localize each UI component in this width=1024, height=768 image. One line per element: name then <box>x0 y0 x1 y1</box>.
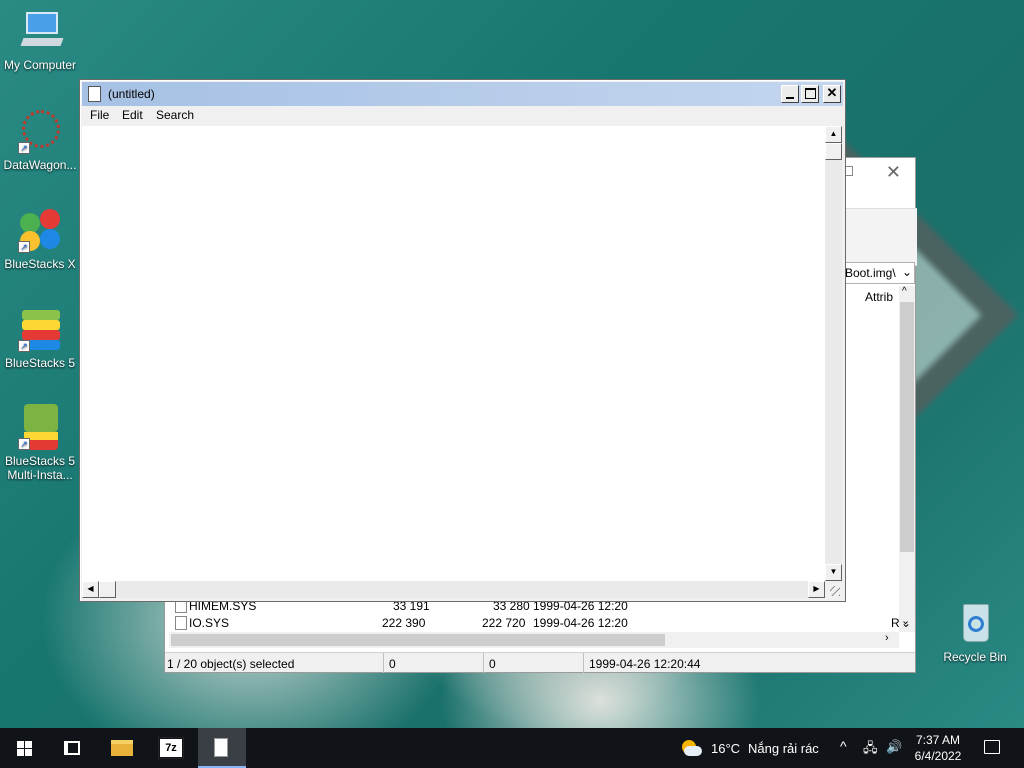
start-button[interactable] <box>0 728 48 768</box>
desktop: My Computer ↗ DataWagon... ↗ BlueStacks … <box>0 0 1024 728</box>
minimize-button[interactable] <box>781 85 799 103</box>
close-icon: ✕ <box>826 85 838 100</box>
recycle-bin-icon <box>951 600 999 648</box>
menu-search[interactable]: Search <box>154 108 196 122</box>
scroll-thumb[interactable] <box>900 302 914 552</box>
scroll-right-icon[interactable]: ▶ <box>808 581 825 598</box>
bluestacks-x-icon: ↗ <box>16 207 64 255</box>
scroll-up-icon[interactable]: ^ <box>902 286 907 297</box>
status-bar: 1 / 20 object(s) selected 0 0 1999-04-26… <box>165 652 915 673</box>
horizontal-scrollbar[interactable]: ◀ ▶ <box>82 581 825 598</box>
weather-temp[interactable]: 16°C <box>711 741 740 756</box>
minimize-icon <box>786 97 794 99</box>
speaker-icon[interactable]: 🔊 <box>886 739 902 755</box>
horizontal-scrollbar[interactable]: › <box>169 632 899 648</box>
scroll-up-icon[interactable]: ▲ <box>825 126 842 143</box>
toolbar <box>845 208 917 266</box>
desktop-icon-datawagon[interactable]: ↗ DataWagon... <box>0 108 80 172</box>
table-row[interactable]: IO.SYS 222 390 222 720 1999-04-26 12:20 … <box>171 615 911 633</box>
taskbar: 7z 16°C Nắng rải rác ^ 🖧 🔊 7:37 AM 6/4/2… <box>0 728 1024 768</box>
clock[interactable]: 7:37 AM 6/4/2022 <box>908 732 968 764</box>
chevron-up-icon[interactable]: ^ <box>840 738 847 754</box>
bluestacks-5-icon: ↗ <box>16 306 64 354</box>
status-packed: 0 <box>489 657 496 671</box>
weather-icon[interactable] <box>680 738 702 758</box>
sevenzip-icon: 7z <box>158 737 184 759</box>
vertical-scrollbar[interactable]: ^ ⌄ <box>899 286 915 632</box>
address-bar[interactable]: Boot.img\ ⌄ <box>841 262 915 284</box>
close-icon[interactable]: ✕ <box>886 162 901 183</box>
computer-icon <box>16 8 64 56</box>
maximize-icon <box>805 88 816 99</box>
desktop-icon-bluestacks-multi[interactable]: ↗ BlueStacks 5 Multi-Insta... <box>0 404 80 482</box>
vertical-scrollbar[interactable]: ▲ ▼ <box>825 126 842 581</box>
shortcut-arrow-icon: ↗ <box>18 438 30 450</box>
notepad-icon[interactable] <box>88 86 101 102</box>
windows-logo-icon <box>17 741 32 756</box>
scroll-right-icon[interactable]: › <box>885 632 889 644</box>
notification-icon[interactable] <box>984 740 1000 754</box>
folder-icon <box>111 740 133 756</box>
text-editor-window[interactable]: (untitled) ✕ File Edit Search ▲ ▼ ◀ ▶ <box>79 79 846 602</box>
menu-file[interactable]: File <box>88 108 111 122</box>
window-title: (untitled) <box>108 87 155 101</box>
bluestacks-multi-icon: ↗ <box>16 404 64 452</box>
task-view-icon <box>64 741 80 755</box>
shortcut-arrow-icon: ↗ <box>18 340 30 352</box>
status-modified: 1999-04-26 12:20:44 <box>589 657 701 671</box>
sevenzip-button[interactable]: 7z <box>148 728 196 768</box>
scroll-left-icon[interactable]: ◀ <box>82 581 99 598</box>
notepad-icon <box>214 738 228 757</box>
file-explorer-button[interactable] <box>98 728 146 768</box>
datawagon-icon: ↗ <box>16 108 64 156</box>
desktop-icon-bluestacks-5[interactable]: ↗ BlueStacks 5 <box>0 306 80 370</box>
task-view-button[interactable] <box>48 728 96 768</box>
clock-date: 6/4/2022 <box>914 749 962 763</box>
scroll-thumb[interactable] <box>825 143 842 160</box>
scroll-down-icon[interactable]: ▼ <box>825 564 842 581</box>
menu-edit[interactable]: Edit <box>120 108 145 122</box>
desktop-icon-recycle-bin[interactable]: Recycle Bin <box>935 600 1015 664</box>
clock-time: 7:37 AM <box>915 733 961 747</box>
shortcut-arrow-icon: ↗ <box>18 142 30 154</box>
title-bar[interactable]: (untitled) ✕ <box>82 82 843 106</box>
notepad-taskbar-button[interactable] <box>198 728 246 768</box>
network-icon[interactable]: 🖧 <box>863 739 878 761</box>
scroll-down-icon[interactable]: ⌄ <box>901 616 911 630</box>
scroll-thumb[interactable] <box>171 634 665 646</box>
column-header-attrib[interactable]: Attrib <box>865 290 893 304</box>
status-selection: 1 / 20 object(s) selected <box>167 657 295 671</box>
weather-desc[interactable]: Nắng rải rác <box>748 741 819 756</box>
status-size: 0 <box>389 657 396 671</box>
desktop-icon-my-computer[interactable]: My Computer <box>0 8 80 72</box>
maximize-button[interactable] <box>801 85 819 103</box>
menu-bar: File Edit Search <box>82 106 843 126</box>
shortcut-arrow-icon: ↗ <box>18 241 30 253</box>
chevron-down-icon[interactable]: ⌄ <box>902 265 912 279</box>
close-button[interactable]: ✕ <box>823 85 841 103</box>
resize-grip[interactable] <box>825 581 842 598</box>
scroll-thumb[interactable] <box>99 581 116 598</box>
file-icon <box>175 616 187 630</box>
editor-text-area[interactable] <box>82 126 825 581</box>
desktop-icon-bluestacks-x[interactable]: ↗ BlueStacks X <box>0 207 80 271</box>
